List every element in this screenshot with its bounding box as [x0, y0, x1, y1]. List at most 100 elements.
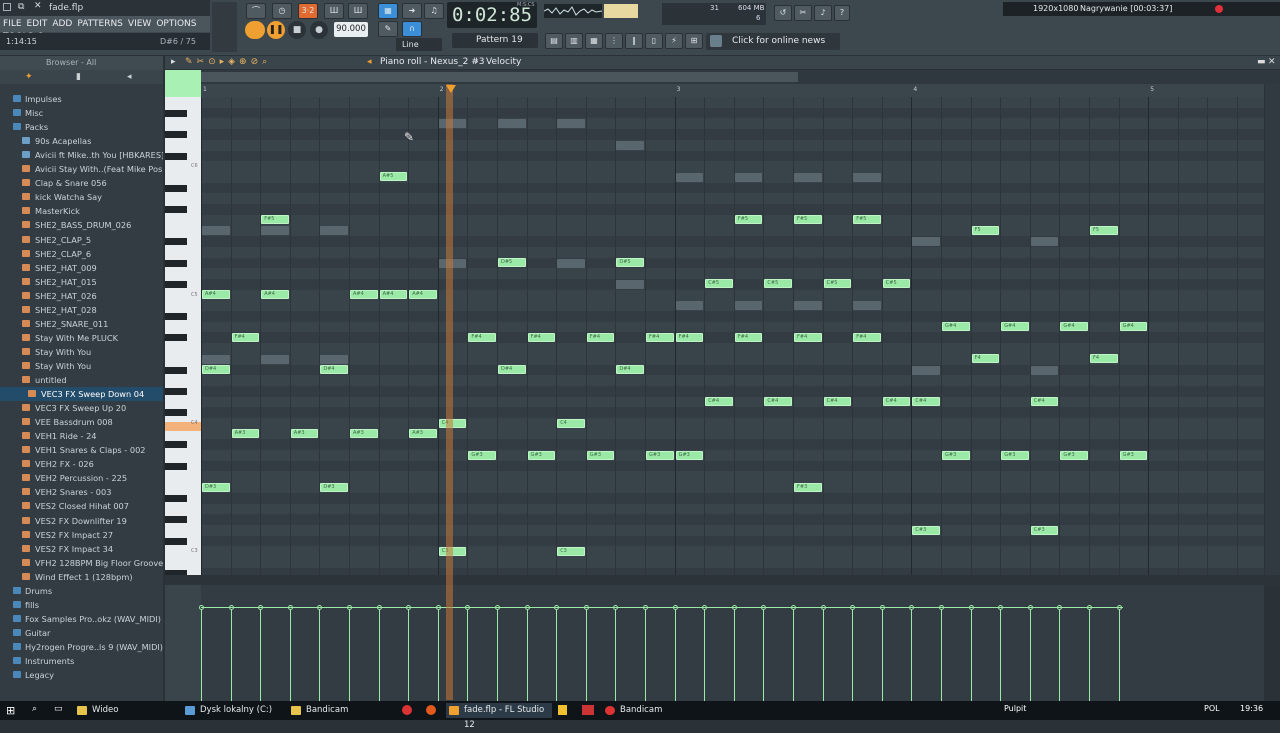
close-icon[interactable]: ✕	[34, 1, 42, 11]
black-key[interactable]	[165, 334, 187, 342]
note[interactable]: F#4	[675, 332, 704, 342]
browser-item[interactable]: SHE2_CLAP_5	[0, 233, 163, 247]
note[interactable]: A#4	[409, 290, 437, 300]
note[interactable]: F4	[971, 354, 1000, 364]
note[interactable]: C#3	[1030, 525, 1059, 535]
piano-roll-target[interactable]: Velocity	[486, 57, 521, 67]
browser-item[interactable]: VEH2 Snares - 003	[0, 485, 163, 499]
media-icon[interactable]	[582, 705, 594, 715]
browser-item[interactable]: VEE Bassdrum 008	[0, 415, 163, 429]
black-key[interactable]	[165, 184, 187, 192]
menu-add[interactable]: ADD	[49, 16, 74, 29]
browser-item[interactable]: SHE2_HAT_026	[0, 289, 163, 303]
metronome-icon[interactable]: ⌒	[246, 3, 266, 19]
scroll-overview[interactable]	[165, 70, 1280, 84]
browser-item[interactable]: Packs	[0, 120, 163, 134]
piano-roll-icon[interactable]: ▥	[565, 33, 583, 49]
velocity-bar[interactable]	[911, 607, 913, 701]
browser-item[interactable]: Hy2rogen Progre..ls 9 (WAV_MIDI)	[0, 640, 163, 654]
search-icon[interactable]: ⌕	[32, 704, 37, 714]
note[interactable]: F#5	[853, 215, 881, 225]
velocity-bar[interactable]	[941, 607, 942, 701]
velocity-bar[interactable]	[1059, 607, 1061, 701]
note[interactable]: C#3	[912, 525, 940, 535]
browser-item[interactable]: SHE2_BASS_DRUM_026	[0, 218, 163, 232]
browser-item[interactable]: VEC3 FX Sweep Up 20	[0, 401, 163, 415]
browser-item[interactable]: Impulses	[0, 92, 163, 106]
online-news-button[interactable]: Click for online news	[706, 33, 840, 50]
note[interactable]: C#5	[705, 279, 733, 289]
task-view-icon[interactable]: ▭	[54, 704, 63, 714]
note[interactable]: C4	[557, 418, 585, 428]
note[interactable]: D#3	[320, 482, 348, 492]
playhead[interactable]	[446, 84, 453, 700]
browser-item[interactable]: VES2 FX Downlifter 19	[0, 514, 163, 528]
language-indicator[interactable]: POL	[1204, 704, 1220, 713]
browser-item[interactable]: SHE2_HAT_009	[0, 261, 163, 275]
countdown-icon[interactable]: 3·2	[298, 3, 318, 19]
black-key[interactable]	[165, 238, 187, 246]
note[interactable]: F#5	[261, 215, 289, 225]
taskbar-app-video[interactable]: Wideo	[74, 703, 174, 718]
menu-patterns[interactable]: PATTERNS	[74, 16, 125, 29]
menu-edit[interactable]: EDIT	[24, 16, 50, 29]
note[interactable]: A#3	[290, 429, 319, 439]
browser-item[interactable]: Clap & Snare 056	[0, 176, 163, 190]
velocity-bar[interactable]	[881, 607, 883, 701]
pane-divider[interactable]	[165, 575, 1280, 585]
velocity-bar[interactable]	[437, 607, 439, 701]
note[interactable]: G#4	[1119, 322, 1148, 332]
velocity-bar[interactable]	[1089, 607, 1090, 701]
note[interactable]: F5	[971, 225, 1000, 235]
taskbar-app-bandicam-2[interactable]: Bandicam	[602, 703, 706, 718]
speaker-icon[interactable]: ◂	[367, 57, 372, 67]
browser-item[interactable]: Wind Effect 1 (128bpm)	[0, 570, 163, 584]
restore-icon[interactable]: ⧉	[18, 2, 24, 12]
pause-button[interactable]: ❚❚	[267, 21, 285, 39]
browser-item[interactable]: untitled	[0, 373, 163, 387]
note[interactable]: G#3	[675, 450, 704, 460]
black-key[interactable]	[165, 206, 187, 213]
velocity-bar[interactable]	[319, 607, 321, 701]
note[interactable]: C#4	[764, 397, 792, 407]
note[interactable]: D#4	[202, 365, 230, 374]
plugin-icon[interactable]: ▯	[645, 33, 663, 49]
note[interactable]: F#4	[794, 332, 822, 342]
browser-item[interactable]: SHE2_SNARE_011	[0, 317, 163, 331]
channel-rack-icon[interactable]: ▦	[585, 33, 603, 49]
chrome-icon[interactable]	[402, 705, 412, 715]
browser-item[interactable]: VEH2 Percussion - 225	[0, 471, 163, 485]
menu-options[interactable]: OPTIONS	[153, 16, 198, 29]
note[interactable]: G#3	[468, 450, 496, 460]
browser-item[interactable]: Avicii ft Mike..th You [HBKARES]	[0, 148, 163, 162]
note[interactable]: F#3	[794, 482, 822, 492]
pattern-song-toggle[interactable]	[245, 21, 265, 39]
velocity-bar[interactable]	[526, 607, 528, 701]
browser-item[interactable]: Fox Samples Pro..okz (WAV_MIDI)	[0, 612, 163, 626]
velocity-bar[interactable]	[289, 607, 291, 701]
velocity-bar[interactable]	[793, 607, 794, 701]
note[interactable]: F#5	[734, 215, 763, 225]
note[interactable]: A#3	[231, 429, 260, 439]
velocity-bar[interactable]	[556, 607, 558, 701]
black-key[interactable]	[165, 109, 187, 117]
note[interactable]: F#4	[231, 332, 260, 342]
note[interactable]: G#4	[1001, 322, 1029, 332]
note[interactable]: G#3	[1060, 450, 1088, 460]
tool-icons[interactable]: ✎✂⊙▸◈⊕⊘⌕	[185, 57, 271, 67]
playlist-icon[interactable]: ▤	[545, 33, 563, 49]
tempo-display[interactable]: 90.000	[334, 22, 368, 37]
record-button[interactable]: ●	[310, 21, 328, 39]
note[interactable]: D#3	[202, 482, 230, 492]
master-volume[interactable]	[212, 2, 237, 52]
time-ruler[interactable]: 1 2 3 4 5	[201, 84, 1264, 97]
browser-item[interactable]: SHE2_HAT_015	[0, 275, 163, 289]
browser-item[interactable]: Legacy	[0, 668, 163, 682]
note[interactable]: D#4	[320, 365, 348, 374]
note[interactable]: G#3	[646, 450, 674, 460]
velocity-bar[interactable]	[615, 607, 617, 701]
playhead-marker[interactable]	[446, 85, 456, 93]
desktop-label[interactable]: Pulpit	[1004, 704, 1026, 713]
note[interactable]: G#3	[586, 450, 615, 460]
speaker-icon[interactable]: ♫	[424, 3, 444, 19]
